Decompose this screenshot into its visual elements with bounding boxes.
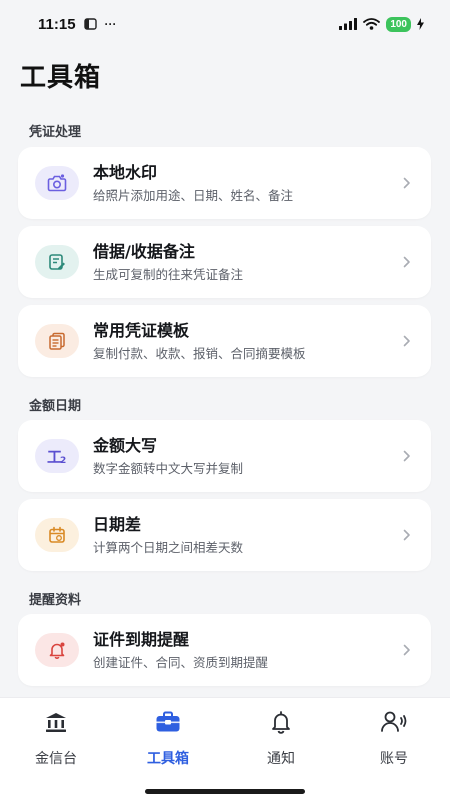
status-bar: 11:15 ··· 100 (0, 0, 450, 48)
bank-icon (44, 708, 68, 736)
tool-card-subtitle: 复制付款、收款、报销、合同摘要模板 (93, 346, 306, 361)
tool-card-amount-uppercase[interactable]: 工 2 金额大写 数字金额转中文大写并复制 (18, 420, 431, 492)
svg-text:2: 2 (60, 456, 66, 465)
chevron-right-icon (403, 450, 410, 462)
tab-label: 账号 (380, 751, 408, 767)
tool-card-title: 借据/收据备注 (93, 242, 195, 261)
battery-badge: 100 (386, 16, 411, 32)
tool-card-subtitle: 给照片添加用途、日期、姓名、备注 (93, 188, 294, 203)
section-title-amount-date: 金额日期 (29, 399, 82, 414)
chevron-right-icon (403, 529, 410, 541)
home-indicator[interactable] (145, 789, 305, 794)
note-edit-icon (35, 245, 79, 279)
tool-card-subtitle: 数字金额转中文大写并复制 (93, 461, 244, 476)
page-title: 工具箱 (20, 63, 102, 93)
status-left: 11:15 ··· (38, 16, 117, 33)
tab-toolbox[interactable]: 工具箱 (112, 708, 224, 770)
status-time: 11:15 (38, 15, 76, 33)
camera-icon (35, 166, 79, 200)
tab-label: 工具箱 (147, 751, 189, 767)
status-more-icon: ··· (104, 17, 117, 31)
section-title-reminders: 提醒资料 (29, 593, 82, 608)
tab-notifications[interactable]: 通知 (225, 708, 337, 770)
section-title-voucher: 凭证处理 (29, 125, 82, 140)
bell-alert-icon (35, 633, 79, 667)
tool-card-title: 日期差 (93, 515, 142, 534)
tool-card-common-voucher-templates[interactable]: 常用凭证模板 复制付款、收款、报销、合同摘要模板 (18, 305, 431, 377)
account-icon (380, 708, 408, 736)
signal-icon (339, 18, 358, 30)
tool-card-title: 本地水印 (93, 163, 158, 182)
screen-icon (83, 18, 97, 30)
tool-card-title: 证件到期提醒 (93, 630, 190, 649)
tool-card-subtitle: 生成可复制的往来凭证备注 (93, 267, 244, 282)
tool-card-title: 常用凭证模板 (93, 321, 190, 340)
tool-card-local-watermark[interactable]: 本地水印 给照片添加用途、日期、姓名、备注 (18, 147, 431, 219)
chevron-right-icon (403, 335, 410, 347)
bell-icon (270, 708, 292, 736)
wifi-icon (363, 18, 381, 30)
charging-icon (417, 18, 424, 30)
tab-jinxintai[interactable]: 金信台 (0, 708, 112, 770)
calendar-icon (35, 518, 79, 552)
toolbox-icon (155, 708, 181, 736)
chevron-right-icon (403, 256, 410, 268)
tab-label: 金信台 (35, 751, 77, 767)
bottom-tab-bar: 金信台 工具箱 通知 账号 (0, 697, 450, 801)
tool-card-document-expiry-reminder[interactable]: 证件到期提醒 创建证件、合同、资质到期提醒 (18, 614, 431, 686)
tool-card-subtitle: 创建证件、合同、资质到期提醒 (93, 655, 269, 670)
amount-uppercase-icon: 工 2 (35, 439, 79, 473)
chevron-right-icon (403, 644, 410, 656)
status-right: 100 (339, 16, 424, 32)
document-stack-icon (35, 324, 79, 358)
tab-account[interactable]: 账号 (338, 708, 450, 770)
tool-card-date-difference[interactable]: 日期差 计算两个日期之间相差天数 (18, 499, 431, 571)
tool-card-subtitle: 计算两个日期之间相差天数 (93, 540, 244, 555)
tool-card-iou-receipt-note[interactable]: 借据/收据备注 生成可复制的往来凭证备注 (18, 226, 431, 298)
chevron-right-icon (403, 177, 410, 189)
tab-label: 通知 (267, 751, 295, 767)
tool-card-title: 金额大写 (93, 436, 158, 455)
